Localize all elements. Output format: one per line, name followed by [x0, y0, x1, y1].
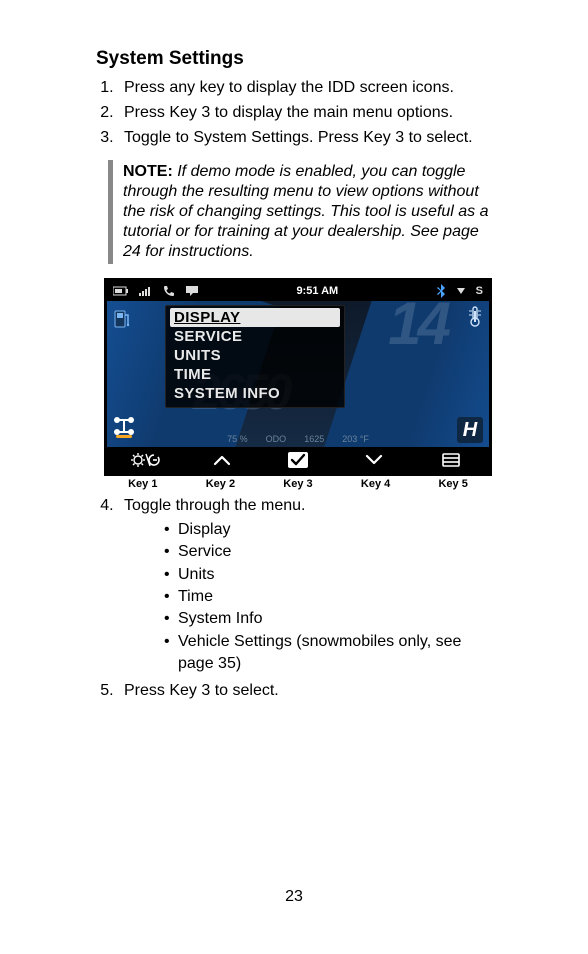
thermometer-icon — [467, 305, 483, 330]
device-screenshot: 9:51 AM S 14 M — [104, 278, 492, 490]
steps-list: Press any key to display the IDD screen … — [96, 76, 500, 150]
menu-item-service[interactable]: SERVICE — [170, 327, 340, 346]
readout-2: ODO — [266, 434, 287, 444]
battery-icon — [113, 286, 129, 296]
menu-item-display[interactable]: DISPLAY — [170, 308, 340, 327]
sub-system-info: System Info — [164, 608, 500, 630]
step-5: Press Key 3 to select. — [118, 679, 500, 702]
key-label-4: Key 4 — [337, 478, 415, 490]
sub-units: Units — [164, 564, 500, 586]
signal-icon — [139, 286, 153, 296]
key-label-5: Key 5 — [414, 478, 492, 490]
readout-3: 1625 — [304, 434, 324, 444]
soft-key-bar — [107, 447, 489, 473]
sub-service: Service — [164, 541, 500, 563]
bluetooth-icon — [436, 284, 446, 298]
key-labels-row: Key 1 Key 2 Key 3 Key 4 Key 5 — [104, 478, 492, 490]
steps-list-cont: Toggle through the menu. Display Service… — [96, 494, 500, 703]
menu-item-system-info[interactable]: SYSTEM INFO — [170, 384, 340, 403]
note-block: NOTE: If demo mode is enabled, you can t… — [108, 160, 500, 264]
sub-display: Display — [164, 519, 500, 541]
key4-icon[interactable] — [336, 447, 412, 473]
sub-vehicle-settings: Vehicle Settings (snowmobiles only, see … — [164, 631, 500, 676]
step-3: Toggle to System Settings. Press Key 3 t… — [118, 126, 500, 149]
status-bar: 9:51 AM S — [107, 281, 489, 301]
step-4-sublist: Display Service Units Time System Info V… — [164, 519, 500, 676]
clock-text: 9:51 AM — [296, 285, 338, 297]
fuel-icon — [113, 307, 131, 332]
step-4-text: Toggle through the menu. — [124, 497, 305, 514]
key3-icon[interactable] — [260, 447, 336, 473]
message-icon — [185, 285, 199, 297]
readout-4: 203 °F — [342, 434, 369, 444]
readout-1: 75 % — [227, 434, 248, 444]
readouts-row: 75 % ODO 1625 203 °F — [107, 431, 489, 447]
page-title: System Settings — [96, 48, 500, 70]
step-4: Toggle through the menu. Display Service… — [118, 494, 500, 676]
main-display-area: 14 MPH 2650 RPM DISPLAY SERVICE UNITS TI… — [107, 301, 489, 447]
key5-icon[interactable] — [413, 447, 489, 473]
bg-speed-number: 14 — [388, 301, 447, 358]
status-s-text: S — [476, 285, 483, 297]
settings-menu: DISPLAY SERVICE UNITS TIME SYSTEM INFO — [165, 305, 345, 408]
page-number: 23 — [0, 888, 588, 906]
key2-icon[interactable] — [183, 447, 259, 473]
menu-item-time[interactable]: TIME — [170, 365, 340, 384]
key-label-2: Key 2 — [182, 478, 260, 490]
down-triangle-icon — [456, 286, 466, 296]
note-text: If demo mode is enabled, you can toggle … — [123, 163, 489, 260]
sub-time: Time — [164, 586, 500, 608]
key1-icon[interactable] — [107, 447, 183, 473]
step-1: Press any key to display the IDD screen … — [118, 76, 500, 99]
key-label-3: Key 3 — [259, 478, 337, 490]
step-2: Press Key 3 to display the main menu opt… — [118, 101, 500, 124]
phone-icon — [163, 285, 175, 297]
menu-item-units[interactable]: UNITS — [170, 346, 340, 365]
key-label-1: Key 1 — [104, 478, 182, 490]
note-label: NOTE: — [123, 163, 173, 180]
